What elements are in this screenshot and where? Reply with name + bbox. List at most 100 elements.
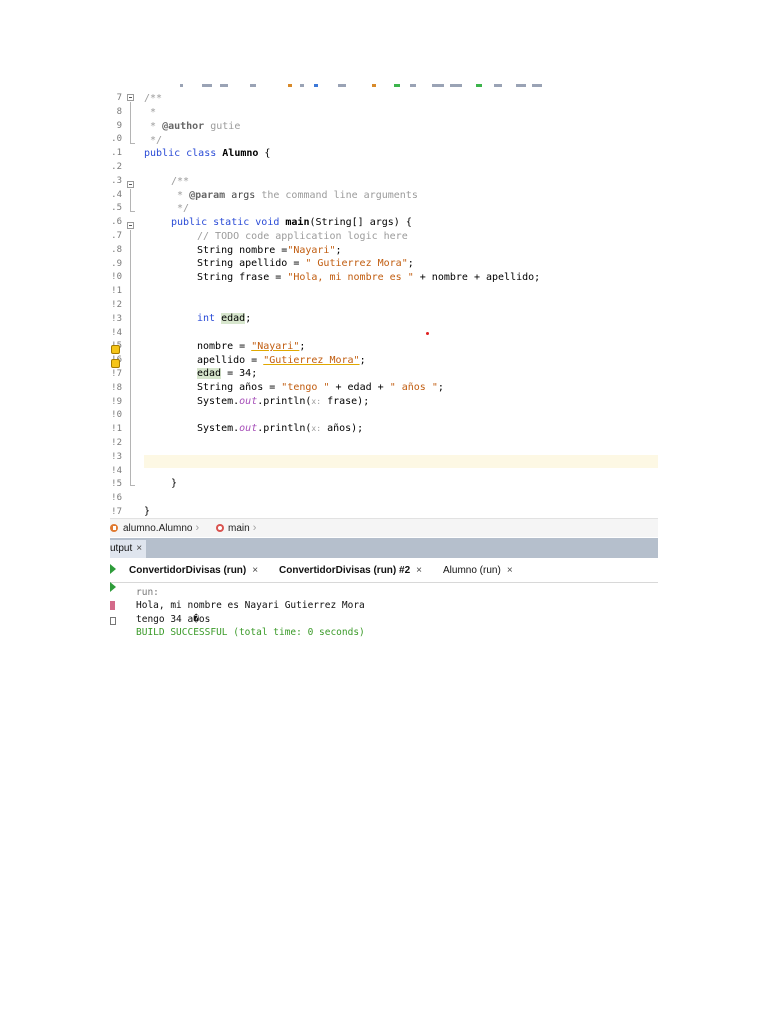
line-number: 8: [116, 106, 122, 117]
code-line: // TODO code application logic here: [197, 231, 408, 242]
toolbar-icon[interactable]: [202, 84, 212, 87]
toolbar-icon[interactable]: [476, 84, 482, 87]
line-number: 7: [116, 93, 122, 103]
breadcrumb-method-label: main: [228, 522, 250, 534]
line-number: !2: [111, 300, 122, 310]
toolbar-icon[interactable]: [372, 84, 376, 87]
line-number: .9: [111, 258, 122, 269]
line-number: !2: [111, 438, 122, 448]
toolbar-icon[interactable]: [300, 84, 304, 87]
code-line: String frase = "Hola, mi nombre es " + n…: [197, 272, 541, 283]
console-line: Hola, mi nombre es Nayari Gutierrez Mora: [136, 600, 365, 612]
line-number: !1: [111, 424, 122, 435]
code-editor[interactable]: 7 8 9 .0 .1 .2 .3 .4 .5 .6 .7 .8 .9 !0 !1 !2 !3 !4 !5 !6 !7!…: [110, 90, 658, 518]
toolbar-icon[interactable]: [494, 84, 502, 87]
code-line: /**: [171, 176, 190, 187]
fold-toggle-icon[interactable]: [127, 222, 134, 229]
code-line: * @author gutie: [144, 121, 241, 132]
fold-guide: [130, 211, 135, 212]
code-line: }: [144, 506, 151, 517]
line-number: .4: [111, 189, 122, 200]
tab-convertidor-run-2[interactable]: ConvertidorDivisas (run) #2 ×: [279, 565, 422, 576]
line-number: !3: [111, 313, 122, 324]
toolbar-icon[interactable]: [450, 84, 462, 87]
code-line: *: [144, 107, 157, 118]
close-icon[interactable]: ×: [136, 540, 142, 558]
tab-label: ConvertidorDivisas (run): [129, 565, 247, 576]
run-tabs: ConvertidorDivisas (run) × ConvertidorDi…: [110, 558, 658, 583]
toolbar-icon[interactable]: [314, 84, 318, 87]
breadcrumb-separator: ›: [195, 522, 200, 534]
toolbar-icon[interactable]: [250, 84, 256, 87]
line-number: .0: [111, 134, 122, 145]
breadcrumb-class-label: alumno.Alumno: [123, 522, 193, 534]
fold-toggle-icon[interactable]: [127, 94, 134, 101]
close-icon[interactable]: ×: [416, 565, 422, 576]
console-output[interactable]: run: Hola, mi nombre es Nayari Gutierrez…: [136, 586, 365, 639]
class-icon: [110, 524, 118, 532]
method-icon: [216, 524, 224, 532]
toolbar-icon[interactable]: [532, 84, 542, 87]
line-number: !6: [111, 493, 122, 504]
tab-convertidor-run[interactable]: ConvertidorDivisas (run) ×: [129, 565, 258, 576]
close-icon[interactable]: ×: [252, 565, 258, 576]
toolbar-icon[interactable]: [180, 84, 183, 87]
fold-toggle-icon[interactable]: [127, 181, 134, 188]
line-number: !4: [111, 327, 122, 338]
toolbar-icon[interactable]: [338, 84, 346, 87]
code-line: * @param args the command line arguments: [171, 190, 418, 201]
toolbar-icon[interactable]: [394, 84, 400, 87]
code-line: nombre = "Nayari";: [197, 341, 306, 352]
output-panel-label: utput: [110, 543, 133, 554]
toolbar-icon[interactable]: [432, 84, 444, 87]
stop-icon[interactable]: [110, 601, 115, 610]
close-icon[interactable]: ×: [507, 565, 513, 576]
breadcrumb-class[interactable]: alumno.Alumno ›: [110, 522, 199, 534]
line-number: .5: [111, 203, 122, 214]
line-number: .2: [111, 162, 122, 172]
tab-label: Alumno (run): [443, 565, 501, 576]
warning-bulb-icon[interactable]: [111, 359, 120, 368]
line-number: .6: [111, 217, 122, 228]
code-line: public static void main(String[] args) {: [171, 217, 412, 228]
line-number: !0: [111, 410, 122, 421]
output-toolbar: [110, 558, 120, 714]
toolbar-icon[interactable]: [288, 84, 292, 87]
line-number: .3: [111, 175, 122, 186]
code-line: apellido = "Gutierrez Mora";: [197, 355, 366, 366]
run-icon[interactable]: [110, 564, 116, 574]
rerun-icon[interactable]: [110, 582, 116, 592]
breadcrumb-separator: ›: [252, 522, 257, 534]
code-line: String nombre ="Nayari";: [197, 245, 342, 256]
tab-label: ConvertidorDivisas (run) #2: [279, 565, 411, 576]
line-number: .8: [111, 244, 122, 255]
breadcrumb-method[interactable]: main ›: [215, 522, 256, 534]
breadcrumb: alumno.Alumno › main ›: [110, 518, 658, 537]
line-number: .1: [111, 148, 122, 159]
ide-screenshot: 7 8 9 .0 .1 .2 .3 .4 .5 .6 .7 .8 .9 !0 !1 !2 !3 !4 !5 !6 !7!…: [110, 84, 658, 714]
output-panel-tab[interactable]: utput ×: [110, 540, 147, 558]
console-line: run:: [136, 587, 159, 598]
toolbar-icon[interactable]: [516, 84, 526, 87]
line-number: !0: [111, 272, 122, 283]
warning-bulb-icon[interactable]: [111, 345, 120, 354]
red-marker-dot: [426, 332, 429, 335]
fold-guide: [130, 485, 135, 486]
clear-icon[interactable]: [110, 617, 116, 625]
line-number: !9: [111, 396, 122, 407]
fold-guide: [130, 230, 131, 485]
console-line: tengo 34 a�os: [136, 613, 211, 625]
line-number: !7: [111, 369, 122, 379]
toolbar-icon[interactable]: [410, 84, 416, 87]
code-line: /**: [144, 93, 163, 104]
tab-alumno-run[interactable]: Alumno (run) ×: [443, 565, 513, 576]
code-line: String años = "tengo " + edad + " años "…: [197, 382, 444, 393]
line-number: !4: [111, 465, 122, 476]
line-number: !3: [111, 451, 122, 462]
code-line: System.out.println(x: años);: [197, 423, 364, 434]
code-line: edad = 34;: [197, 368, 258, 379]
output-panel-header: utput ×: [110, 538, 658, 558]
code-line: */: [144, 135, 163, 146]
console-line: BUILD SUCCESSFUL (total time: 0 seconds): [136, 626, 365, 638]
toolbar-icon[interactable]: [220, 84, 228, 87]
